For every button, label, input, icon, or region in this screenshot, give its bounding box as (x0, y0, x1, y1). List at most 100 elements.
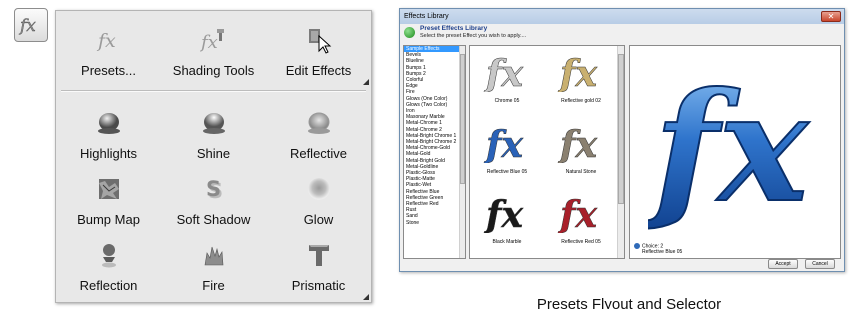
category-list-scrollbar[interactable] (459, 46, 465, 258)
dialog-titlebar: Effects Library ✕ (400, 9, 844, 24)
top-row-expand-icon[interactable] (363, 79, 369, 85)
highlights-button[interactable]: Highlights (56, 95, 161, 161)
svg-text:fx: fx (200, 32, 218, 53)
reflection-button[interactable]: Reflection (56, 227, 161, 293)
prismatic-button[interactable]: Prismatic (266, 227, 371, 293)
fx-thumbnail-icon: fx (483, 194, 524, 233)
svg-text:fx: fx (648, 60, 810, 230)
category-list-items: Sample Effects Bevels Blueline Bumps 1 Bumps… (404, 46, 465, 226)
reflective-button[interactable]: Reflective (266, 95, 371, 161)
fx-gray-icon: fx (95, 26, 123, 54)
bump-map-button[interactable]: Bump Map (56, 161, 161, 227)
shading-tools-button[interactable]: fx Shading Tools (161, 11, 266, 87)
category-list-scroll-thumb[interactable] (460, 54, 465, 184)
presets-label: Presets... (81, 63, 136, 78)
preset-thumbnail[interactable]: fx Reflective Blue 05 (470, 117, 544, 188)
category-list-item[interactable]: Stone (404, 220, 465, 226)
figure-caption: Presets Flyout and Selector (536, 296, 722, 309)
fx-thumbnail-icon: fx (483, 123, 524, 163)
reflection-icon (95, 241, 123, 269)
close-icon[interactable]: ✕ (821, 11, 841, 22)
glow-button[interactable]: Glow (266, 161, 371, 227)
choice-info: Choice: 2 Reflective Blue 05 (634, 242, 683, 255)
dialog-footer: Accept Cancel (400, 257, 844, 271)
reflection-label: Reflection (79, 278, 138, 293)
shine-label: Shine (196, 146, 231, 161)
bump-map-label: Bump Map (77, 212, 140, 227)
preset-thumbnail[interactable]: fx Natural Stone (544, 117, 618, 188)
fire-label: Fire (202, 278, 225, 293)
info-icon (634, 242, 640, 249)
preset-thumbnail[interactable]: fx Black Marble (470, 187, 544, 258)
choice-name: Reflective Blue 05 (642, 249, 683, 255)
preset-thumbnail-caption: Natural Stone (565, 168, 597, 175)
gallery-scrollbar[interactable] (617, 46, 624, 258)
fx-thumbnail-icon: fx (557, 194, 598, 233)
flyout-separator (61, 90, 366, 92)
svg-text:fx: fx (483, 124, 523, 163)
preset-thumbnail-caption: Black Marble (492, 239, 522, 246)
accept-button[interactable]: Accept (768, 259, 798, 269)
preset-thumbnail[interactable]: fx Chrome 05 (470, 46, 544, 117)
effects-flyout: fx Presets... fx Shading Tools Edit Effe… (55, 10, 372, 303)
svg-text:fx: fx (96, 30, 116, 52)
soft-shadow-label: Soft Shadow (176, 212, 251, 227)
fire-icon (200, 241, 228, 269)
fx-thumbnail-icon: fx (557, 53, 598, 92)
soft-shadow-button[interactable]: SS Soft Shadow (161, 161, 266, 227)
preset-thumbnail-grid: fx Chrome 05 fx Reflective gold 02 fx Reflect… (470, 46, 618, 258)
reflective-label: Reflective (289, 146, 348, 161)
effects-expand-icon[interactable] (363, 294, 369, 300)
preset-thumbnail-caption: Reflective gold 02 (561, 98, 601, 104)
fx-thumbnail-icon: fx (483, 53, 524, 92)
effects-grid: Highlights Shine Reflective Bump Map SS … (56, 95, 371, 300)
svg-text:fx: fx (483, 194, 523, 233)
preset-thumbnail-caption: Reflective Blue 05 (486, 168, 528, 175)
prismatic-icon (305, 241, 333, 269)
glow-label: Glow (303, 212, 334, 227)
fx-preview-image: fx (648, 60, 811, 230)
fx-shading-icon: fx (200, 26, 228, 54)
shine-icon (200, 109, 228, 137)
svg-text:fx: fx (557, 53, 597, 92)
glow-icon (305, 175, 333, 203)
effects-library-dialog: Effects Library ✕ Preset Effects Library… (399, 8, 845, 272)
fx-launcher-button[interactable]: fx (14, 8, 48, 42)
shading-tools-label: Shading Tools (172, 63, 255, 78)
highlights-icon (95, 109, 123, 137)
soft-shadow-icon: SS (200, 175, 228, 203)
svg-text:fx: fx (483, 53, 523, 92)
bump-map-icon (95, 175, 123, 203)
gallery-scroll-thumb[interactable] (618, 54, 624, 204)
edit-effects-button[interactable]: Edit Effects (266, 11, 371, 87)
preset-thumbnail[interactable]: fx Reflective Red 05 (544, 187, 618, 258)
library-logo-icon (404, 27, 415, 38)
svg-text:fx: fx (18, 16, 36, 36)
svg-text:S: S (206, 177, 221, 201)
svg-text:fx: fx (557, 124, 597, 163)
edit-effects-label: Edit Effects (285, 63, 352, 78)
svg-text:fx: fx (557, 194, 597, 233)
shine-button[interactable]: Shine (161, 95, 266, 161)
fire-button[interactable]: Fire (161, 227, 266, 293)
effects-category-list[interactable]: Sample Effects Bevels Blueline Bumps 1 Bumps… (403, 45, 466, 259)
cancel-button[interactable]: Cancel (805, 259, 835, 269)
edit-effects-icon (305, 26, 333, 54)
dialog-heading: Preset Effects Library (420, 25, 488, 32)
dialog-body: Preset Effects Library Select the preset… (400, 24, 844, 271)
preset-thumbnail[interactable]: fx Reflective gold 02 (544, 46, 618, 117)
fx-icon: fx (18, 16, 37, 36)
preset-thumbnail-caption: Chrome 05 (494, 98, 520, 104)
highlights-label: Highlights (79, 146, 138, 161)
preview-pane: fx Choice: 2 Reflective Blue 05 (629, 45, 841, 259)
fx-thumbnail-icon: fx (557, 123, 598, 163)
dialog-header: Preset Effects Library Select the preset… (400, 24, 844, 43)
dialog-title: Effects Library (404, 13, 449, 20)
preset-thumbnail-caption: Reflective Red 05 (561, 239, 601, 246)
prismatic-label: Prismatic (291, 278, 346, 293)
dialog-subheading: Select the preset Effect you wish to app… (420, 33, 527, 39)
flyout-top-row: fx Presets... fx Shading Tools Edit Effe… (56, 11, 371, 87)
reflective-icon (305, 109, 333, 137)
presets-button[interactable]: fx Presets... (56, 11, 161, 87)
preset-gallery: fx Chrome 05 fx Reflective gold 02 fx Reflect… (469, 45, 625, 259)
